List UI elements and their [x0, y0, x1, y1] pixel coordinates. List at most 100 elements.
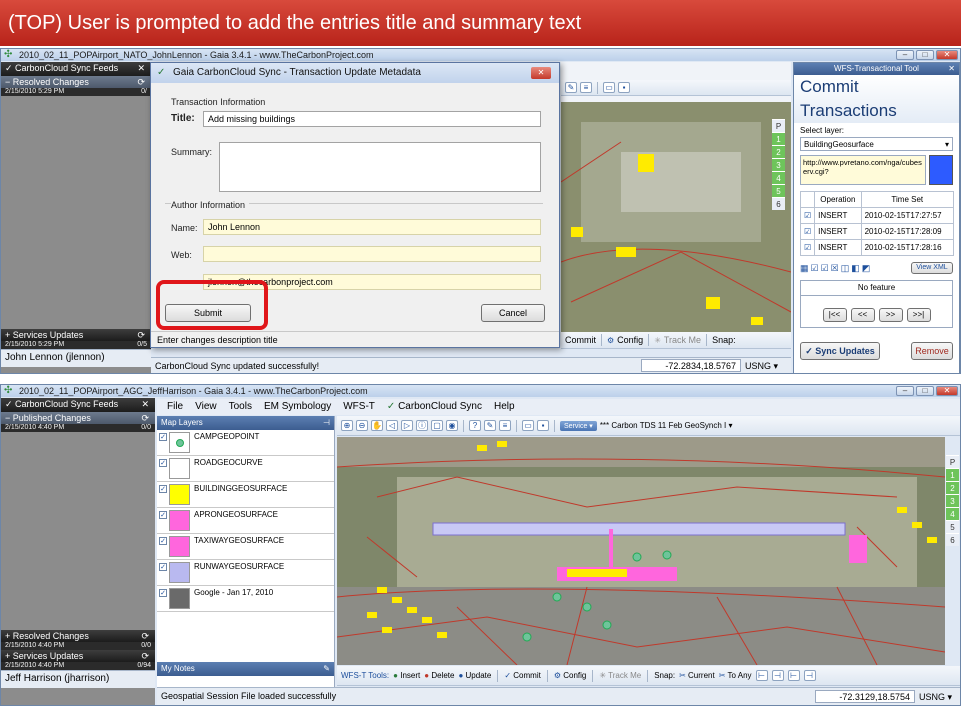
maximize-button[interactable]: □	[916, 50, 934, 60]
refresh-icon[interactable]: ⟳	[141, 650, 149, 662]
layout-icon[interactable]: ◫	[841, 263, 850, 274]
refresh-icon[interactable]: ⟳	[141, 630, 149, 642]
last-feature-button[interactable]: >>|	[906, 308, 931, 322]
bottom-datum-select[interactable]: USNG ▾	[919, 689, 952, 705]
save-icon[interactable]: ▪	[537, 420, 549, 431]
menu-wfs-t[interactable]: WFS-T	[343, 399, 375, 415]
page-3[interactable]: 3	[946, 494, 959, 507]
layer-checkbox[interactable]: ✓	[159, 563, 167, 571]
config-button[interactable]: ⚙ Config	[554, 671, 587, 680]
uncheck-icon[interactable]: ☒	[831, 263, 839, 274]
page-p[interactable]: P	[772, 119, 785, 132]
edit-attributes-icon[interactable]: ≡	[580, 82, 592, 93]
services-updates-header[interactable]: + Services Updates ⟳	[1, 650, 155, 662]
commit-button[interactable]: Commit	[565, 335, 596, 345]
view-xml-button[interactable]: View XML	[911, 262, 953, 274]
service-select[interactable]: *** Carbon TDS 11 Feb GeoSynch I ▾	[600, 421, 733, 430]
dialog-close-button[interactable]: ✕	[531, 67, 551, 79]
menu-carboncloud-sync[interactable]: ✓ CarbonCloud Sync	[387, 399, 482, 415]
page-1[interactable]: 1	[772, 132, 785, 145]
snap-vertex-icon[interactable]: ⊢	[755, 670, 768, 681]
snap-edge-icon[interactable]: ⊣	[771, 670, 784, 681]
maximize-button[interactable]: □	[916, 386, 934, 396]
published-changes-header[interactable]: − Published Changes ⟳	[1, 412, 155, 424]
undo-icon[interactable]: ◩	[862, 263, 871, 274]
zoom-in-icon[interactable]: ⊕	[341, 420, 353, 431]
page-3[interactable]: 3	[772, 158, 785, 171]
layer-color-swatch[interactable]	[929, 155, 953, 185]
cancel-button[interactable]: Cancel	[481, 304, 545, 322]
page-2[interactable]: 2	[946, 481, 959, 494]
close-panel-icon[interactable]: ✕	[141, 398, 149, 410]
menu-view[interactable]: View	[195, 399, 217, 415]
minimize-button[interactable]: –	[896, 386, 914, 396]
layer-dropdown[interactable]: BuildingGeosurface ▾	[800, 137, 953, 151]
resolved-changes-header[interactable]: − Resolved Changes ⟳	[1, 76, 151, 88]
service-url-field[interactable]: http://www.pvretano.com/nga/cubeserv.cgi…	[800, 155, 927, 185]
bottom-map-view[interactable]	[337, 437, 945, 665]
refresh-icon[interactable]: ⟳	[137, 76, 145, 88]
edit-attributes-icon[interactable]: ≡	[499, 420, 511, 431]
name-input[interactable]: John Lennon	[203, 219, 541, 235]
track-me-button[interactable]: Track Me	[664, 335, 701, 345]
services-updates-header[interactable]: + Services Updates ⟳	[1, 329, 151, 341]
snap-to-any-button[interactable]: ✂ To Any	[719, 671, 752, 680]
open-icon[interactable]: ▭	[522, 420, 534, 431]
page-1[interactable]: 1	[946, 468, 959, 481]
back-icon[interactable]: ◁	[386, 420, 398, 431]
menu-em-symbology[interactable]: EM Symbology	[264, 399, 331, 415]
edit-icon[interactable]: ✎	[565, 82, 577, 93]
row-checkbox[interactable]: ☑	[799, 223, 816, 240]
close-button[interactable]: ✕	[936, 386, 958, 396]
check-all-icon[interactable]: ☑	[811, 263, 819, 274]
close-panel-icon[interactable]: ✕	[137, 62, 145, 74]
pin-icon[interactable]: ⊣	[323, 416, 330, 430]
next-feature-button[interactable]: >>	[878, 308, 903, 322]
page-4[interactable]: 4	[946, 507, 959, 520]
save-icon[interactable]: ▪	[618, 82, 630, 93]
check-icon[interactable]: ☑	[821, 263, 829, 274]
menu-tools[interactable]: Tools	[229, 399, 252, 415]
top-map-view[interactable]: ✎ ≡ ▭ ▪	[561, 62, 791, 332]
layer-row[interactable]: ✓ CAMPGEOPOINT	[157, 430, 334, 456]
first-feature-button[interactable]: |<<	[822, 308, 847, 322]
info-icon[interactable]: ⓘ	[416, 420, 428, 431]
menu-help[interactable]: Help	[494, 399, 515, 415]
snap-end-icon[interactable]: ⊢	[787, 670, 800, 681]
layer-row[interactable]: ✓ BUILDINGGEOSURFACE	[157, 482, 334, 508]
open-icon[interactable]: ▭	[603, 82, 615, 93]
table-row[interactable]: ☑ INSERT 2010-02-15T17:27:57	[799, 207, 955, 224]
table-row[interactable]: ☑ INSERT 2010-02-15T17:28:09	[799, 223, 955, 240]
layer-checkbox[interactable]: ✓	[159, 589, 167, 597]
menu-file[interactable]: File	[167, 399, 183, 415]
layer-checkbox[interactable]: ✓	[159, 433, 167, 441]
refresh-icon[interactable]: ⟳	[137, 329, 145, 341]
page-5[interactable]: 5	[772, 184, 785, 197]
layer-row[interactable]: ✓ Google - Jan 17, 2010	[157, 586, 334, 612]
edit-icon[interactable]: ✎	[484, 420, 496, 431]
title-input[interactable]: Add missing buildings	[203, 111, 541, 127]
forward-icon[interactable]: ▷	[401, 420, 413, 431]
resolved-changes-header[interactable]: + Resolved Changes ⟳	[1, 630, 155, 642]
page-6[interactable]: 6	[946, 533, 959, 546]
update-button[interactable]: ● Update	[458, 671, 491, 680]
notes-icon[interactable]: ✎	[323, 662, 330, 676]
table-row[interactable]: ☑ INSERT 2010-02-15T17:28:16	[799, 239, 955, 256]
layer-checkbox[interactable]: ✓	[159, 485, 167, 493]
sync-updates-button[interactable]: ✓ Sync Updates	[800, 342, 880, 360]
minimize-button[interactable]: –	[896, 50, 914, 60]
my-notes-header[interactable]: My Notes ✎	[157, 662, 334, 676]
page-2[interactable]: 2	[772, 145, 785, 158]
row-checkbox[interactable]: ☑	[799, 239, 816, 256]
layers-icon[interactable]: ◉	[446, 420, 458, 431]
layer-checkbox[interactable]: ✓	[159, 537, 167, 545]
close-button[interactable]: ✕	[936, 50, 958, 60]
commit-button[interactable]: ✓ Commit	[504, 671, 541, 680]
remove-button[interactable]: Remove	[911, 342, 953, 360]
delete-button[interactable]: ● Delete	[424, 671, 454, 680]
top-datum-select[interactable]: USNG ▾	[745, 358, 778, 373]
grid-icon[interactable]: ▦	[800, 263, 809, 274]
layer-row[interactable]: ✓ RUNWAYGEOSURFACE	[157, 560, 334, 586]
track-me-button[interactable]: ✳ Track Me	[599, 671, 641, 680]
layer-row[interactable]: ✓ TAXIWAYGEOSURFACE	[157, 534, 334, 560]
